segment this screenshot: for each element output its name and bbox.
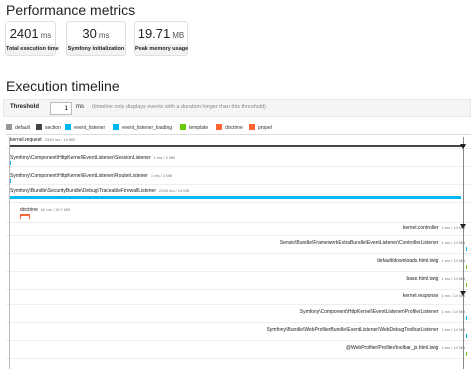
event-name: Symfony\Component\HttpKernel\EventListen… bbox=[10, 155, 151, 161]
event-bar bbox=[466, 316, 467, 320]
legend-item-section[interactable]: section bbox=[36, 124, 61, 134]
metric-value: 19.71 bbox=[137, 26, 171, 41]
legend-item-event-listener[interactable]: event_listener bbox=[65, 124, 105, 134]
event-meta: 1 ms / 14 MB bbox=[441, 276, 465, 281]
threshold-hint: (timeline only displays events with a du… bbox=[92, 104, 266, 110]
event-bar bbox=[466, 247, 467, 251]
legend-label: propel bbox=[258, 125, 272, 131]
timeline-event-firewall-listener: Symfony\Bundle\SecurityBundle\Debug\Trac… bbox=[6, 185, 471, 203]
timeline-event-kernel-controller: kernel.controller 1 ms / 14 MB bbox=[6, 223, 471, 236]
legend-label: template bbox=[189, 125, 209, 131]
legend-label: default bbox=[15, 125, 31, 131]
event-meta: 2349 ms / 14 MB bbox=[44, 137, 75, 142]
event-bar-end bbox=[29, 216, 30, 219]
threshold-unit: ms bbox=[76, 104, 84, 110]
event-bar bbox=[466, 283, 467, 287]
legend-item-doctrine[interactable]: doctrine bbox=[216, 124, 243, 134]
timeline-start-marker bbox=[9, 137, 10, 369]
event-name: base.html.twig bbox=[406, 276, 439, 282]
timeline-event-web-debug-toolbar-listener: Symfony\Bundle\WebProfilerBundle\EventLi… bbox=[6, 323, 471, 341]
event-meta: 1 ms / 14 MB bbox=[441, 240, 465, 245]
event-bar bbox=[466, 334, 467, 338]
triangle-marker-icon bbox=[460, 224, 466, 229]
legend-swatch bbox=[36, 124, 42, 130]
event-name: doctrine bbox=[20, 207, 38, 213]
metric-symfony-initialization: 30 ms Symfony initialization bbox=[66, 21, 126, 56]
metric-unit: MB bbox=[172, 31, 185, 40]
timeline-event-session-listener: Symfony\Component\HttpKernel\EventListen… bbox=[6, 149, 471, 167]
event-bar bbox=[9, 145, 465, 147]
event-name: Symfony\Component\HttpKernel\EventListen… bbox=[299, 309, 439, 315]
timeline-event-doctrine: doctrine 52 ms / 19.7 MB bbox=[6, 203, 471, 223]
metric-label: Peak memory usage bbox=[135, 44, 188, 55]
legend-swatch bbox=[6, 124, 12, 130]
legend-swatch bbox=[216, 124, 222, 130]
legend-swatch bbox=[113, 124, 119, 130]
metric-unit: ms bbox=[98, 31, 110, 40]
threshold-bar: Threshold ms (timeline only displays eve… bbox=[3, 99, 471, 117]
event-meta: 1 ms / 2 MB bbox=[153, 155, 175, 160]
event-name: Sensio\Bundle\FrameworkExtraBundle\Event… bbox=[279, 240, 439, 246]
event-bar bbox=[10, 161, 11, 165]
event-name: kernel.controller bbox=[402, 225, 439, 231]
triangle-marker-icon bbox=[460, 291, 466, 296]
legend-swatch bbox=[180, 124, 186, 130]
event-meta: 52 ms / 19.7 MB bbox=[40, 207, 70, 212]
metric-value: 30 bbox=[82, 26, 97, 41]
threshold-input[interactable] bbox=[50, 102, 72, 115]
event-meta: 1 ms / 14 MB bbox=[441, 327, 465, 332]
event-name: Symfony\Component\HttpKernel\EventListen… bbox=[10, 173, 148, 179]
threshold-label: Threshold bbox=[10, 104, 40, 110]
event-bar bbox=[10, 179, 11, 183]
event-name: @WebProfiler/Profiler/toolbar_js.html.tw… bbox=[345, 345, 439, 351]
legend-label: section bbox=[45, 125, 61, 131]
event-bar-end bbox=[20, 216, 21, 219]
metric-unit: ms bbox=[40, 31, 52, 40]
legend-item-default[interactable]: default bbox=[6, 124, 30, 134]
event-bar bbox=[466, 265, 467, 269]
triangle-marker-icon bbox=[460, 144, 466, 149]
metric-label: Total execution time bbox=[6, 44, 59, 55]
event-bar bbox=[9, 196, 461, 199]
event-name: kernel.response bbox=[402, 293, 439, 299]
legend-label: event_listener_loading bbox=[122, 125, 173, 131]
timeline-event-router-listener: Symfony\Component\HttpKernel\EventListen… bbox=[6, 167, 471, 185]
event-meta: 2343 ms / 14 MB bbox=[159, 188, 190, 193]
legend-swatch bbox=[65, 124, 71, 130]
legend-item-propel[interactable]: propel bbox=[249, 124, 272, 134]
legend-item-template[interactable]: template bbox=[180, 124, 208, 134]
metric-peak-memory-usage: 19.71 MB Peak memory usage bbox=[134, 21, 188, 56]
timeline-event-toolbar-js-template: @WebProfiler/Profiler/toolbar_js.html.tw… bbox=[6, 341, 471, 359]
event-meta: 1 ms / 2 MB bbox=[150, 173, 173, 178]
event-meta: 1 ms / 14 MB bbox=[441, 309, 465, 314]
timeline-event-controller-listener: Sensio\Bundle\FrameworkExtraBundle\Event… bbox=[6, 236, 471, 254]
event-name: kernel.request bbox=[10, 137, 42, 143]
timeline-event-kernel-request: kernel.request 2349 ms / 14 MB bbox=[6, 135, 471, 149]
performance-metrics-title: Performance metrics bbox=[6, 2, 136, 18]
timeline-event-downloads-template: default/downloads.html.twig 1 ms / 14 MB bbox=[6, 254, 471, 272]
event-meta: 1 ms / 14 MB bbox=[441, 258, 465, 263]
event-bar bbox=[466, 352, 467, 356]
timeline-event-profiler-listener: Symfony\Component\HttpKernel\EventListen… bbox=[6, 305, 471, 323]
legend-label: event_listener bbox=[74, 125, 106, 131]
timeline-end-marker bbox=[463, 137, 464, 369]
execution-timeline: kernel.request 2349 ms / 14 MB Symfony\Co… bbox=[6, 134, 471, 374]
timeline-event-base-template: base.html.twig 1 ms / 14 MB bbox=[6, 272, 471, 290]
timeline-legend: default section event_listener event_lis… bbox=[6, 124, 471, 134]
metric-value: 2401 bbox=[9, 26, 39, 41]
event-name: Symfony\Bundle\SecurityBundle\Debug\Trac… bbox=[10, 188, 157, 194]
timeline-event-kernel-response: kernel.response 1 ms / 14 MB bbox=[6, 290, 471, 305]
metric-total-execution-time: 2401 ms Total execution time bbox=[5, 21, 59, 56]
metric-label: Symfony initialization bbox=[67, 44, 125, 55]
event-name: Symfony\Bundle\WebProfilerBundle\EventLi… bbox=[266, 327, 439, 333]
legend-label: doctrine bbox=[225, 125, 243, 131]
execution-timeline-title: Execution timeline bbox=[6, 78, 120, 94]
legend-swatch bbox=[249, 124, 255, 130]
event-meta: 1 ms / 14 MB bbox=[441, 345, 465, 350]
event-name: default/downloads.html.twig bbox=[377, 258, 439, 264]
legend-item-event-listener-loading[interactable]: event_listener_loading bbox=[113, 124, 172, 134]
